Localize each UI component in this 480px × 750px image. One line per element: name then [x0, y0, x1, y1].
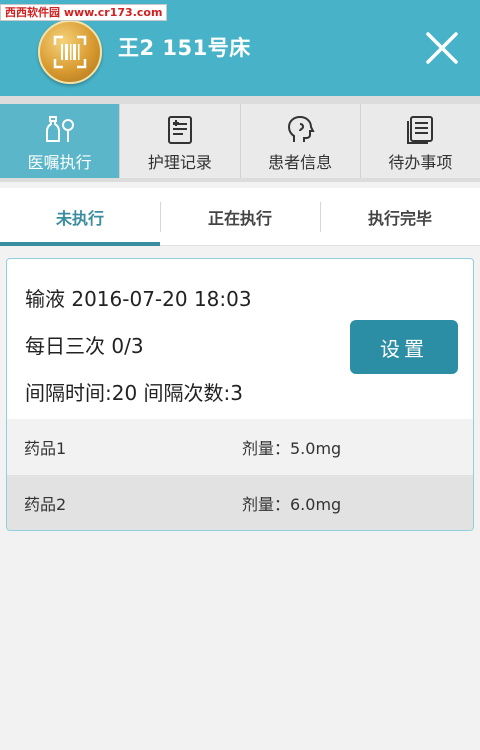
watermark: 西西软件园 www.cr173.com	[0, 4, 168, 21]
record-document-icon	[167, 116, 192, 144]
drug-name: 药品2	[24, 495, 67, 514]
close-icon[interactable]	[424, 30, 460, 66]
drug-row: 药品2 剂量：6.0mg	[7, 475, 473, 530]
tab-label: 医嘱执行	[27, 153, 92, 172]
subtab-not-executed[interactable]: 未执行	[0, 188, 160, 246]
patient-head-icon	[288, 115, 315, 142]
tab-patient-info[interactable]: 患者信息	[240, 104, 361, 178]
drug-dose: 剂量：5.0mg	[242, 439, 342, 458]
avatar[interactable]	[38, 20, 102, 84]
medicine-bottle-icon	[45, 116, 74, 142]
subtab-executing[interactable]: 正在执行	[160, 188, 320, 245]
settings-button[interactable]: 设置	[350, 320, 458, 374]
barcode-scan-icon	[53, 35, 87, 69]
status-subtabs: 未执行 正在执行 执行完毕	[0, 188, 480, 246]
order-type-time: 输液 2016-07-20 18:03	[25, 287, 252, 311]
order-card: 输液 2016-07-20 18:03 每日三次 0/3 间隔时间:20 间隔次…	[6, 258, 474, 531]
drug-name: 药品1	[24, 439, 67, 458]
patient-title: 王2 151号床	[118, 36, 251, 60]
tab-order-execution[interactable]: 医嘱执行	[0, 104, 121, 178]
drug-row: 药品1 剂量：5.0mg	[7, 419, 473, 475]
tab-label: 患者信息	[268, 153, 333, 172]
subtab-completed[interactable]: 执行完毕	[320, 188, 480, 245]
tab-todo[interactable]: 待办事项	[360, 104, 480, 178]
tab-label: 待办事项	[388, 153, 453, 172]
drug-dose: 剂量：6.0mg	[242, 495, 342, 514]
order-frequency: 每日三次 0/3	[25, 334, 144, 358]
order-interval: 间隔时间:20 间隔次数:3	[25, 381, 244, 405]
todo-list-icon	[407, 116, 434, 144]
tab-label: 护理记录	[147, 153, 212, 172]
main-nav-tabs: 医嘱执行 护理记录 患者信息 待办事项	[0, 96, 480, 182]
tab-nursing-record[interactable]: 护理记录	[120, 104, 241, 178]
